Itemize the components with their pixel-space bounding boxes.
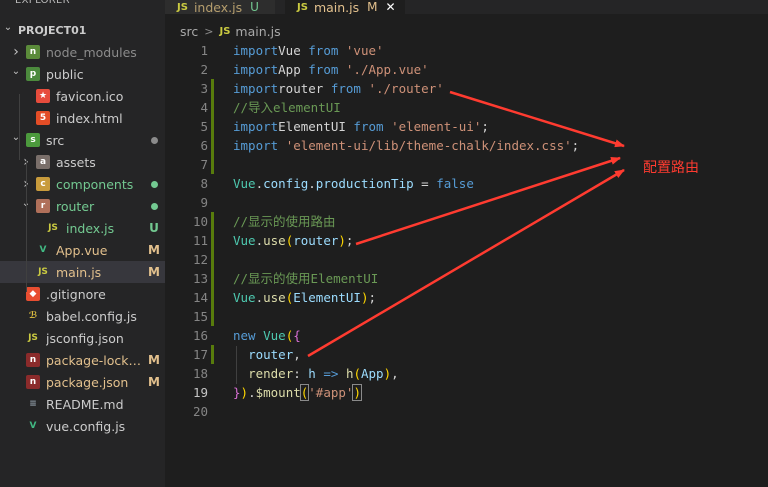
arrow-router-option [307,168,625,358]
annotation-arrows [307,90,625,358]
annotation-label: 配置路由 [643,160,699,176]
arrow-vue-use-router [355,156,621,246]
arrow-router-import [449,90,625,148]
